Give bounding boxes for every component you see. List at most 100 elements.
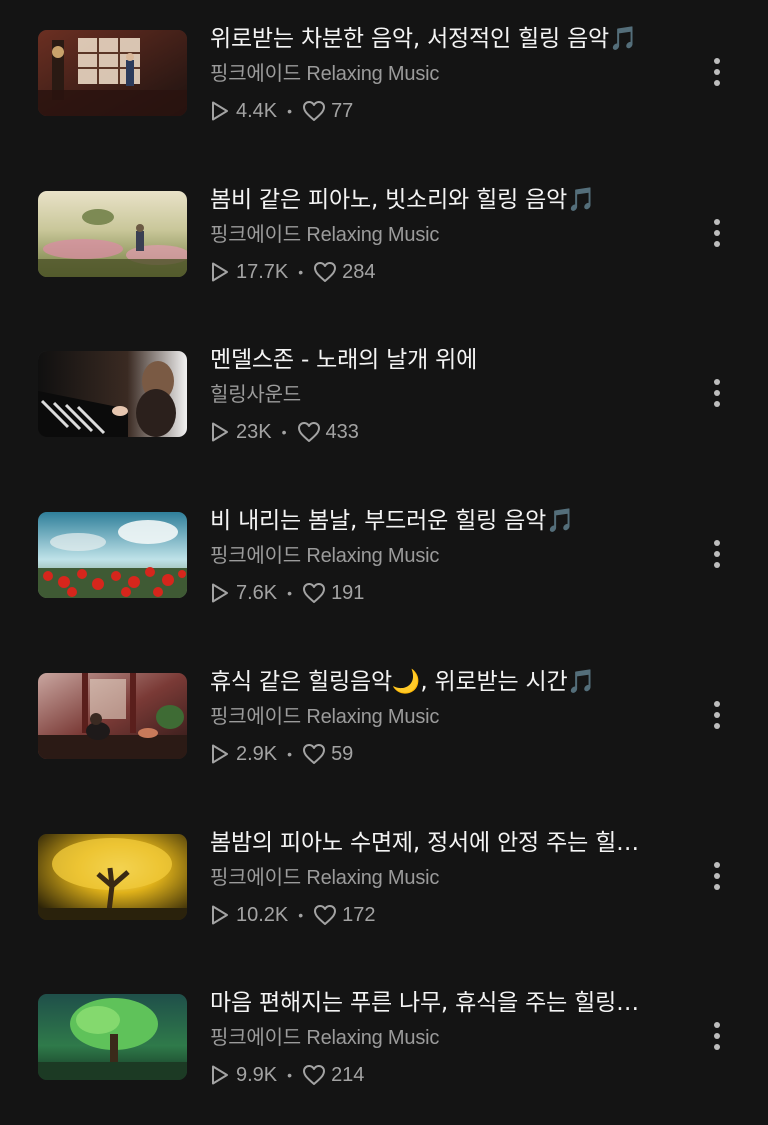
more-dot [714, 230, 720, 236]
track-title[interactable]: 마음 편해지는 푸른 나무, 휴식을 주는 힐링… [210, 986, 690, 1020]
heart-icon [302, 743, 326, 765]
thumbnail-image [38, 512, 187, 598]
thumbnail[interactable] [38, 512, 187, 598]
play-count: 9.9K [236, 1063, 278, 1086]
more-dot [714, 723, 720, 729]
track-stats: 2.9K • 59 [210, 739, 353, 769]
thumbnail[interactable] [38, 30, 187, 116]
more-dot [714, 562, 720, 568]
more-options-button[interactable] [701, 695, 733, 735]
more-dot [714, 1044, 720, 1050]
play-icon [210, 421, 230, 443]
play-count: 7.6K [236, 581, 278, 604]
heart-icon [313, 904, 337, 926]
channel-name[interactable]: 핑크에이드 Relaxing Music [210, 220, 439, 250]
more-dot [714, 390, 720, 396]
track-stats: 9.9K • 214 [210, 1060, 364, 1090]
channel-name[interactable]: 핑크에이드 Relaxing Music [210, 863, 439, 893]
more-dot [714, 1022, 720, 1028]
heart-icon [302, 1064, 326, 1086]
like-count: 433 [325, 420, 359, 443]
thumbnail[interactable] [38, 994, 187, 1080]
separator-dot: • [298, 264, 304, 280]
track-stats: 17.7K • 284 [210, 257, 376, 287]
more-dot [714, 1033, 720, 1039]
more-dot [714, 58, 720, 64]
play-icon [210, 261, 230, 283]
thumbnail-image [38, 834, 187, 920]
track-title[interactable]: 봄밤의 피아노 수면제, 정서에 안정 주는 힐… [210, 826, 690, 860]
play-icon [210, 100, 230, 122]
channel-name[interactable]: 핑크에이드 Relaxing Music [210, 59, 439, 89]
list-item[interactable]: 멘델스존 - 노래의 날개 위에 힐링사운드 23K • 433 [0, 321, 768, 482]
separator-dot: • [287, 585, 293, 601]
more-dot [714, 69, 720, 75]
play-icon [210, 743, 230, 765]
channel-name[interactable]: 핑크에이드 Relaxing Music [210, 1023, 439, 1053]
more-dot [714, 701, 720, 707]
channel-name[interactable]: 힐링사운드 [210, 380, 301, 410]
play-count: 2.9K [236, 742, 278, 765]
heart-icon [313, 261, 337, 283]
channel-name[interactable]: 핑크에이드 Relaxing Music [210, 702, 439, 732]
more-dot [714, 551, 720, 557]
list-item[interactable]: 휴식 같은 힐링음악🌙, 위로받는 시간🎵 핑크에이드 Relaxing Mus… [0, 643, 768, 804]
thumbnail-image [38, 30, 187, 116]
more-dot [714, 401, 720, 407]
channel-name[interactable]: 핑크에이드 Relaxing Music [210, 541, 439, 571]
more-options-button[interactable] [701, 534, 733, 574]
more-dot [714, 219, 720, 225]
thumbnail[interactable] [38, 191, 187, 277]
play-count: 17.7K [236, 260, 289, 283]
more-options-button[interactable] [701, 1016, 733, 1056]
more-dot [714, 873, 720, 879]
more-options-button[interactable] [701, 52, 733, 92]
heart-icon [297, 421, 321, 443]
thumbnail-image [38, 351, 187, 437]
more-dot [714, 862, 720, 868]
separator-dot: • [287, 103, 293, 119]
separator-dot: • [287, 1067, 293, 1083]
track-stats: 23K • 433 [210, 417, 359, 447]
play-icon [210, 582, 230, 604]
track-title[interactable]: 봄비 같은 피아노, 빗소리와 힐링 음악🎵 [210, 183, 690, 217]
separator-dot: • [281, 424, 287, 440]
more-dot [714, 712, 720, 718]
track-stats: 4.4K • 77 [210, 96, 353, 126]
like-count: 172 [342, 903, 376, 926]
thumbnail[interactable] [38, 673, 187, 759]
more-dot [714, 241, 720, 247]
separator-dot: • [287, 746, 293, 762]
play-count: 23K [236, 420, 272, 443]
more-options-button[interactable] [701, 373, 733, 413]
track-title[interactable]: 비 내리는 봄날, 부드러운 힐링 음악🎵 [210, 504, 690, 538]
like-count: 214 [331, 1063, 365, 1086]
thumbnail-image [38, 191, 187, 277]
heart-icon [302, 582, 326, 604]
thumbnail[interactable] [38, 834, 187, 920]
thumbnail[interactable] [38, 351, 187, 437]
play-icon [210, 904, 230, 926]
like-count: 77 [331, 99, 354, 122]
list-item[interactable]: 비 내리는 봄날, 부드러운 힐링 음악🎵 핑크에이드 Relaxing Mus… [0, 482, 768, 643]
play-icon [210, 1064, 230, 1086]
more-options-button[interactable] [701, 856, 733, 896]
heart-icon [302, 100, 326, 122]
list-item[interactable]: 마음 편해지는 푸른 나무, 휴식을 주는 힐링… 핑크에이드 Relaxing… [0, 964, 768, 1125]
list-item[interactable]: 봄비 같은 피아노, 빗소리와 힐링 음악🎵 핑크에이드 Relaxing Mu… [0, 161, 768, 322]
more-options-button[interactable] [701, 213, 733, 253]
separator-dot: • [298, 907, 304, 923]
track-title[interactable]: 멘델스존 - 노래의 날개 위에 [210, 343, 690, 377]
like-count: 59 [331, 742, 354, 765]
list-item[interactable]: 봄밤의 피아노 수면제, 정서에 안정 주는 힐… 핑크에이드 Relaxing… [0, 804, 768, 965]
like-count: 284 [342, 260, 376, 283]
more-dot [714, 884, 720, 890]
track-stats: 7.6K • 191 [210, 578, 364, 608]
list-item[interactable]: 위로받는 차분한 음악, 서정적인 힐링 음악🎵 핑크에이드 Relaxing … [0, 0, 768, 161]
track-title[interactable]: 위로받는 차분한 음악, 서정적인 힐링 음악🎵 [210, 22, 690, 56]
play-count: 10.2K [236, 903, 289, 926]
more-dot [714, 379, 720, 385]
thumbnail-image [38, 673, 187, 759]
like-count: 191 [331, 581, 365, 604]
track-title[interactable]: 휴식 같은 힐링음악🌙, 위로받는 시간🎵 [210, 665, 690, 699]
